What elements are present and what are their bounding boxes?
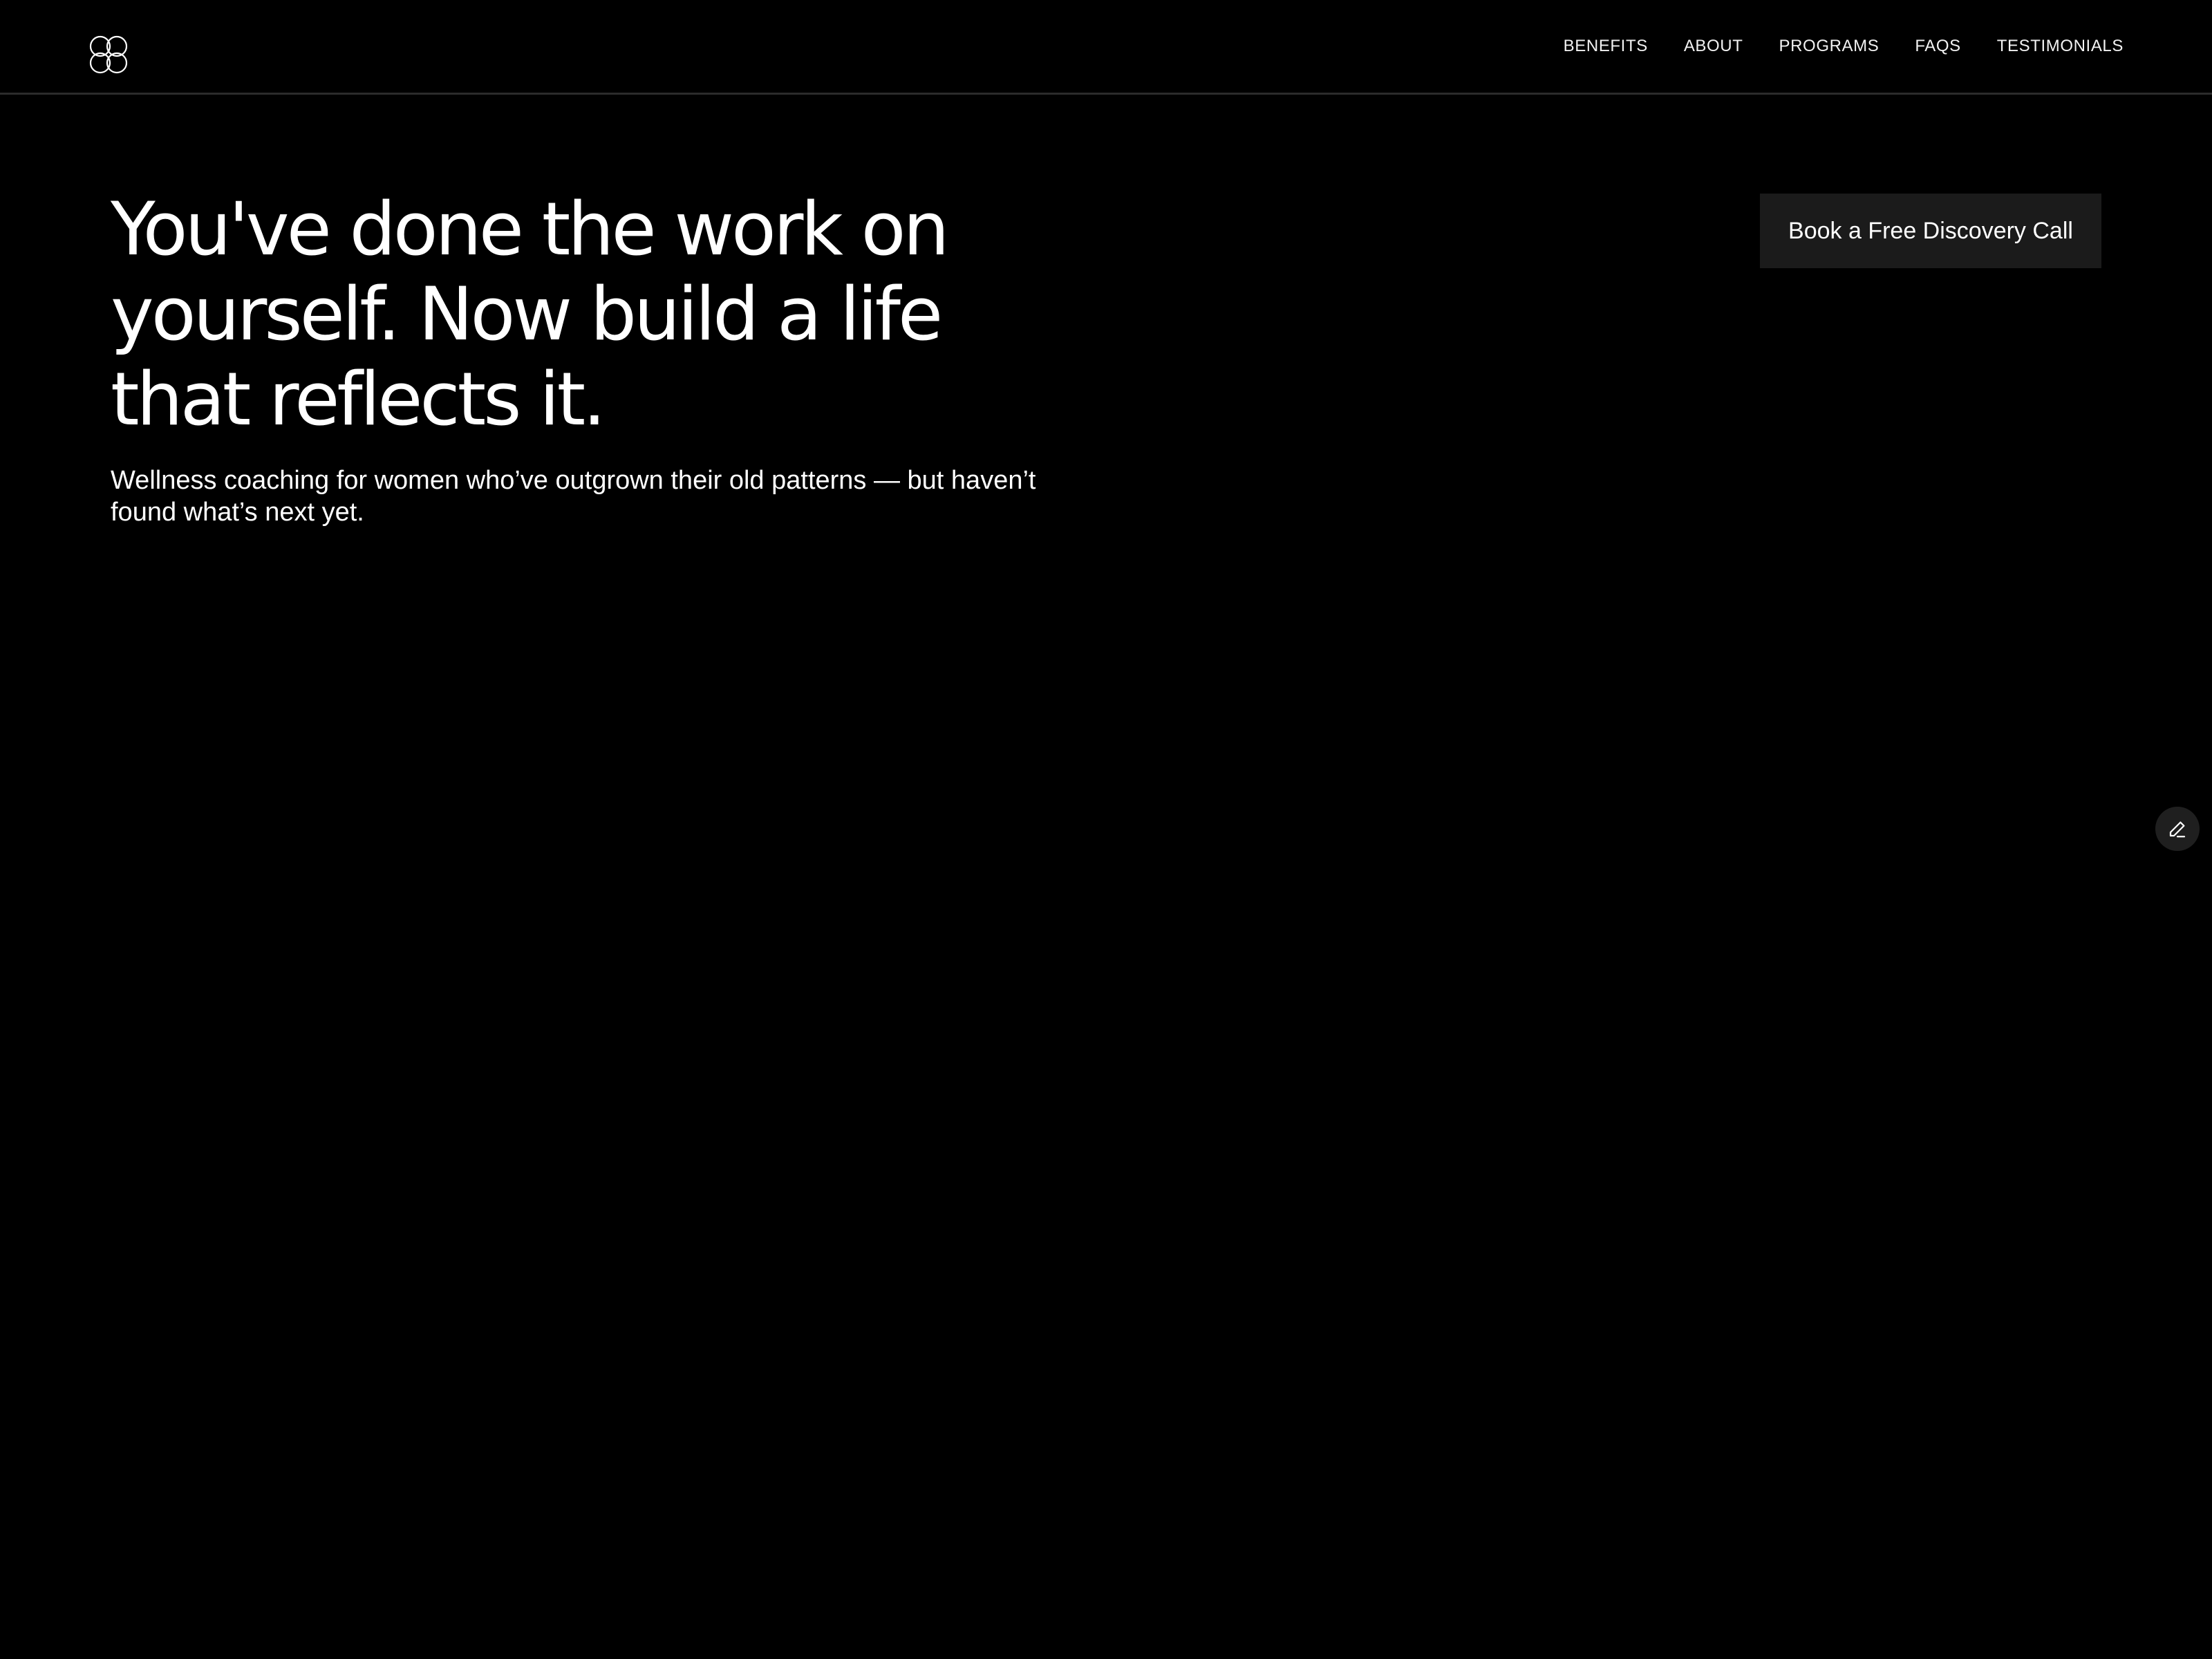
site-header: BENEFITS ABOUT PROGRAMS FAQS TESTIMONIAL… <box>0 0 2212 95</box>
nav-link-testimonials[interactable]: TESTIMONIALS <box>1997 37 2124 56</box>
hero-subtitle: Wellness coaching for women who’ve outgr… <box>111 466 1036 527</box>
main-nav: BENEFITS ABOUT PROGRAMS FAQS TESTIMONIAL… <box>1564 0 2124 93</box>
edit-button[interactable] <box>2155 807 2200 851</box>
book-discovery-call-button[interactable]: Book a Free Discovery Call <box>1760 194 2101 268</box>
nav-link-about[interactable]: ABOUT <box>1684 37 1743 56</box>
hero-title: You've done the work on yourself. Now bu… <box>111 187 950 442</box>
nav-link-faqs[interactable]: FAQS <box>1915 37 1960 56</box>
nav-link-programs[interactable]: PROGRAMS <box>1779 37 1880 56</box>
pencil-icon <box>2169 821 2186 838</box>
nav-link-benefits[interactable]: BENEFITS <box>1564 37 1648 56</box>
flower-logo-icon <box>89 35 128 74</box>
